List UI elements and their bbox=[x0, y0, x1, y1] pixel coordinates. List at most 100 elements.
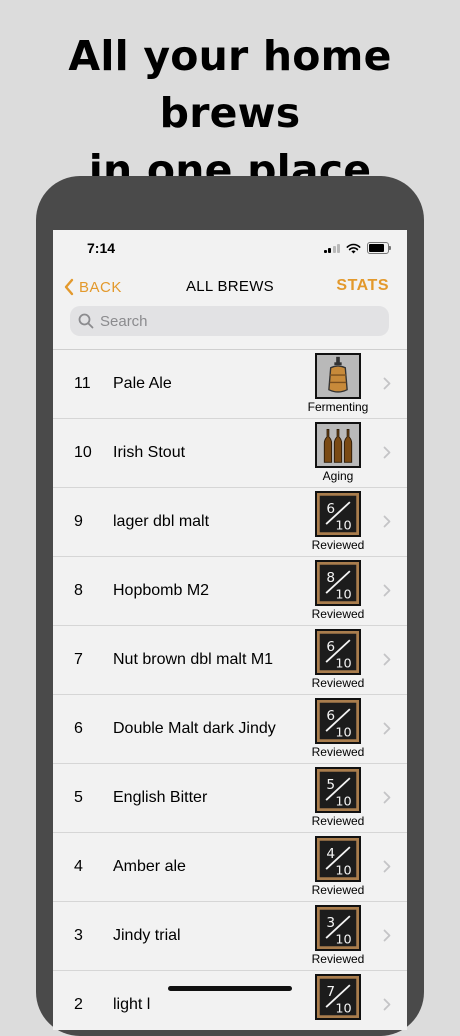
brew-status-label: Aging bbox=[322, 469, 354, 483]
brew-name: Hopbomb M2 bbox=[113, 582, 210, 599]
score-value: 7 bbox=[326, 984, 335, 1000]
score-value: 4 bbox=[326, 846, 335, 862]
score-value: 6 bbox=[326, 501, 335, 517]
search-input[interactable]: Search bbox=[70, 306, 389, 336]
chevron-right-icon bbox=[383, 584, 391, 597]
brew-row[interactable]: 3 Jindy trial 3 10 Reviewed bbox=[53, 902, 407, 971]
brew-row[interactable]: 7 Nut brown dbl malt M1 6 10 Reviewed bbox=[53, 626, 407, 695]
brew-number: 11 bbox=[74, 375, 91, 392]
score-chalkboard-icon: 510 bbox=[315, 767, 361, 813]
status-icons bbox=[323, 242, 391, 254]
brew-number: 6 bbox=[74, 720, 83, 737]
brew-number: 8 bbox=[74, 582, 83, 599]
brew-name: Pale Ale bbox=[113, 375, 172, 392]
score-total: 10 bbox=[335, 933, 351, 948]
status-time: 7:14 bbox=[87, 240, 116, 256]
chevron-right-icon bbox=[383, 998, 391, 1011]
score-chalkboard-icon: 310 bbox=[315, 905, 361, 951]
brew-row[interactable]: 2 light l 7 10 bbox=[53, 971, 407, 1030]
brew-status-label: Reviewed bbox=[311, 745, 365, 759]
brew-number: 4 bbox=[74, 858, 83, 875]
score-total: 10 bbox=[335, 1002, 351, 1017]
brew-number: 9 bbox=[74, 513, 83, 530]
stats-button[interactable]: STATS bbox=[336, 277, 389, 295]
brew-status-label: Fermenting bbox=[307, 400, 369, 414]
brew-status: 8 10 Reviewed bbox=[302, 560, 374, 621]
search-placeholder: Search bbox=[100, 312, 148, 330]
brew-list: 11 Pale Ale Fermenting 10 Irish Stout Aging 9 l… bbox=[53, 349, 407, 1030]
fermenter-icon bbox=[315, 353, 361, 399]
home-indicator bbox=[168, 986, 292, 991]
status-bar: 7:14 bbox=[53, 230, 407, 266]
search-icon bbox=[78, 313, 94, 329]
brew-status-label: Reviewed bbox=[311, 814, 365, 828]
brew-row[interactable]: 8 Hopbomb M2 8 10 Reviewed bbox=[53, 557, 407, 626]
brew-status-label: Reviewed bbox=[311, 607, 365, 621]
brew-name: Amber ale bbox=[113, 858, 186, 875]
brew-status: 5 10 Reviewed bbox=[302, 767, 374, 828]
chevron-right-icon bbox=[383, 860, 391, 873]
brew-row[interactable]: 9 lager dbl malt 6 10 Reviewed bbox=[53, 488, 407, 557]
brew-name: lager dbl malt bbox=[113, 513, 210, 530]
brew-name: Nut brown dbl malt M1 bbox=[113, 651, 274, 668]
brew-status-label: Reviewed bbox=[311, 538, 365, 552]
brew-number: 10 bbox=[74, 444, 92, 461]
brew-row[interactable]: 6 Double Malt dark Jindy 6 10 Reviewed bbox=[53, 695, 407, 764]
brew-name: English Bitter bbox=[113, 789, 208, 806]
brew-name: light l bbox=[113, 996, 151, 1013]
score-total: 10 bbox=[335, 726, 351, 741]
battery-icon bbox=[367, 242, 391, 254]
brew-row[interactable]: 10 Irish Stout Aging bbox=[53, 419, 407, 488]
brew-row[interactable]: 4 Amber ale 4 10 Reviewed bbox=[53, 833, 407, 902]
brew-status-label: Reviewed bbox=[311, 883, 365, 897]
wifi-icon bbox=[346, 243, 361, 253]
score-total: 10 bbox=[335, 519, 351, 534]
brew-status: 3 10 Reviewed bbox=[302, 905, 374, 966]
headline-line-1: All your home brews bbox=[68, 32, 392, 137]
brew-status-label: Reviewed bbox=[311, 676, 365, 690]
brew-status: 6 10 Reviewed bbox=[302, 629, 374, 690]
brew-number: 2 bbox=[74, 996, 83, 1013]
score-total: 10 bbox=[335, 864, 351, 879]
cellular-signal-icon bbox=[323, 243, 340, 253]
brew-name: Double Malt dark Jindy bbox=[113, 720, 276, 737]
score-chalkboard-icon: 610 bbox=[315, 629, 361, 675]
chevron-right-icon bbox=[383, 653, 391, 666]
chevron-right-icon bbox=[383, 722, 391, 735]
score-chalkboard-icon: 610 bbox=[315, 491, 361, 537]
chevron-right-icon bbox=[383, 377, 391, 390]
brew-number: 5 bbox=[74, 789, 83, 806]
brew-status: 6 10 Reviewed bbox=[302, 491, 374, 552]
brew-name: Jindy trial bbox=[113, 927, 181, 944]
app-screen: 7:14 BACK ALL BREWS STATS Search 11 Pale… bbox=[53, 230, 407, 1030]
score-value: 3 bbox=[326, 915, 335, 931]
brew-status: 6 10 Reviewed bbox=[302, 698, 374, 759]
chevron-right-icon bbox=[383, 791, 391, 804]
chevron-right-icon bbox=[383, 446, 391, 459]
score-chalkboard-icon: 710 bbox=[315, 974, 361, 1020]
brew-name: Irish Stout bbox=[113, 444, 186, 461]
chevron-right-icon bbox=[383, 929, 391, 942]
brew-row[interactable]: 5 English Bitter 5 10 Reviewed bbox=[53, 764, 407, 833]
brew-row[interactable]: 11 Pale Ale Fermenting bbox=[53, 350, 407, 419]
bottles-icon bbox=[315, 422, 361, 468]
score-chalkboard-icon: 410 bbox=[315, 836, 361, 882]
navigation-bar: BACK ALL BREWS STATS bbox=[53, 270, 407, 302]
score-chalkboard-icon: 810 bbox=[315, 560, 361, 606]
score-total: 10 bbox=[335, 795, 351, 810]
brew-status: Fermenting bbox=[302, 353, 374, 414]
brew-status-label: Reviewed bbox=[311, 952, 365, 966]
score-chalkboard-icon: 610 bbox=[315, 698, 361, 744]
score-value: 8 bbox=[326, 570, 335, 586]
brew-status: Aging bbox=[302, 422, 374, 483]
brew-number: 3 bbox=[74, 927, 83, 944]
score-total: 10 bbox=[335, 657, 351, 672]
brew-number: 7 bbox=[74, 651, 83, 668]
brew-status: 7 10 bbox=[302, 974, 374, 1021]
score-value: 5 bbox=[326, 777, 335, 793]
chevron-right-icon bbox=[383, 515, 391, 528]
brew-status: 4 10 Reviewed bbox=[302, 836, 374, 897]
promo-headline: All your home brews in one place bbox=[0, 28, 460, 199]
score-value: 6 bbox=[326, 708, 335, 724]
score-value: 6 bbox=[326, 639, 335, 655]
